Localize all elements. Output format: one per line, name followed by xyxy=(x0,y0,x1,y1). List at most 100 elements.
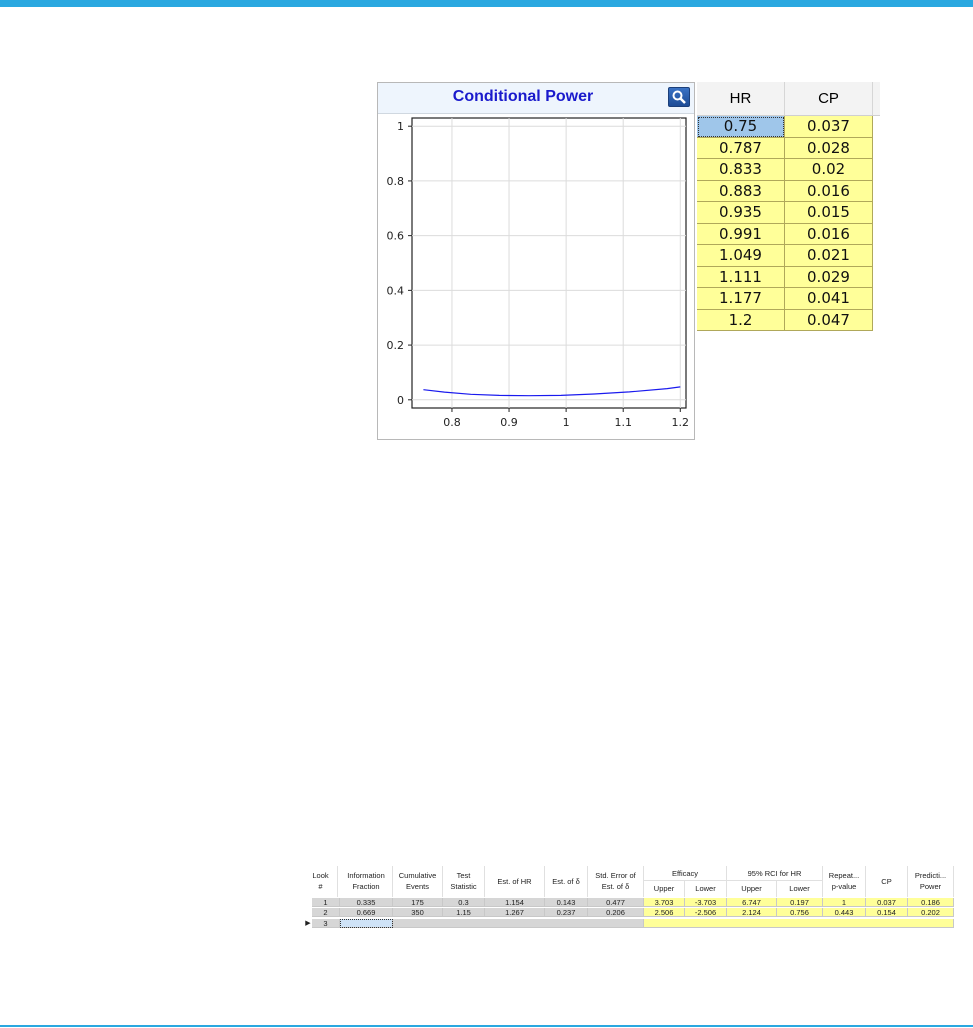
cell-cp[interactable]: 0.028 xyxy=(785,137,873,159)
new-row-look: 3 xyxy=(312,919,340,928)
cell-hr[interactable]: 1.2 xyxy=(697,309,785,331)
cell-cp[interactable]: 0.029 xyxy=(785,266,873,288)
chart-header: Conditional Power xyxy=(378,83,694,114)
cell-cp[interactable]: 0.041 xyxy=(785,288,873,310)
cell-repeated-p-value[interactable]: 0.443 xyxy=(823,908,866,917)
cell-hr[interactable]: 0.75 xyxy=(697,116,785,138)
col-test-line2: Statistic xyxy=(450,882,477,891)
y-tick-label: 0.6 xyxy=(387,230,405,243)
cell-cp[interactable]: 0.037 xyxy=(866,898,908,907)
col-pred-line1: Predicti... xyxy=(914,871,947,880)
row-pointer-icon: ▶ xyxy=(305,920,311,927)
x-tick-label: 1.1 xyxy=(614,416,632,429)
interim-looks-grid: Look # Information Fraction Cumulative Even… xyxy=(304,866,954,928)
cell-predictive-power[interactable]: 0.202 xyxy=(908,908,954,917)
cell-cp[interactable]: 0.154 xyxy=(866,908,908,917)
cell-efficacy-lower[interactable]: -3.703 xyxy=(685,898,727,907)
cell-cp[interactable]: 0.021 xyxy=(785,245,873,267)
cell-information-fraction[interactable]: 0.335 xyxy=(340,898,393,907)
cell-cp[interactable]: 0.047 xyxy=(785,309,873,331)
cell-hr[interactable]: 0.991 xyxy=(697,223,785,245)
col-repeat-line1: Repeat... xyxy=(828,871,860,880)
cell-est-delta[interactable]: 0.237 xyxy=(545,908,588,917)
new-row-fill xyxy=(393,919,644,928)
x-tick-label: 0.9 xyxy=(500,416,518,429)
cell-efficacy-upper[interactable]: 2.506 xyxy=(644,908,685,917)
cell-test-statistic[interactable]: 0.3 xyxy=(443,898,485,907)
cell-hr[interactable]: 0.833 xyxy=(697,159,785,181)
top-accent-bar xyxy=(0,0,973,7)
col-est-delta[interactable]: Est. of δ xyxy=(545,866,588,897)
cell-hr[interactable]: 1.111 xyxy=(697,266,785,288)
col-est-hr[interactable]: Est. of HR xyxy=(485,866,545,897)
cell-cp[interactable]: 0.016 xyxy=(785,180,873,202)
cell-cumulative-events[interactable]: 350 xyxy=(393,908,443,917)
cp-table-header: HR CP xyxy=(697,82,880,116)
y-axis-ticks: 0 0.2 0.4 0.6 0.8 1 xyxy=(387,120,412,407)
cell-hr[interactable]: 0.883 xyxy=(697,180,785,202)
col-efficacy-upper[interactable]: Upper xyxy=(644,881,685,897)
x-axis-ticks: 0.8 0.9 1 1.1 1.2 xyxy=(443,408,689,429)
col-info-line1: Information xyxy=(347,871,385,880)
col-test-line1: Test xyxy=(456,871,471,880)
col-look[interactable]: Look # xyxy=(304,866,338,897)
col-stderr-line2: Est. of δ xyxy=(601,882,630,891)
cell-est-hr[interactable]: 1.267 xyxy=(485,908,545,917)
col-info-line2: Fraction xyxy=(352,882,380,891)
col-cumulative-events[interactable]: Cumulative Events xyxy=(393,866,443,897)
cell-hr[interactable]: 1.177 xyxy=(697,288,785,310)
cell-rci-upper[interactable]: 2.124 xyxy=(727,908,777,917)
cell-look[interactable]: 1 xyxy=(312,898,340,907)
new-row-information-fraction-input[interactable] xyxy=(340,919,393,928)
conditional-power-chart-panel: Conditional Power 0 0.2 0.4 0.6 0.8 1 0.8 0.9 1… xyxy=(377,82,695,440)
col-test-statistic[interactable]: Test Statistic xyxy=(443,866,485,897)
x-tick-label: 1 xyxy=(563,416,570,429)
col-pred-line2: Power xyxy=(919,882,942,891)
col-cp[interactable]: CP xyxy=(866,866,908,897)
cell-test-statistic[interactable]: 1.15 xyxy=(443,908,485,917)
cell-est-hr[interactable]: 1.154 xyxy=(485,898,545,907)
col-efficacy-lower[interactable]: Lower xyxy=(685,881,727,897)
col-predictive-power[interactable]: Predicti... Power xyxy=(908,866,954,897)
col-look-line1: Look xyxy=(312,871,329,880)
col-rci-lower[interactable]: Lower xyxy=(777,881,823,897)
cell-rci-upper[interactable]: 6.747 xyxy=(727,898,777,907)
col-group-efficacy: Efficacy xyxy=(644,866,727,881)
cell-rci-lower[interactable]: 0.756 xyxy=(777,908,823,917)
col-std-error[interactable]: Std. Error of Est. of δ xyxy=(588,866,644,897)
y-tick-label: 0.2 xyxy=(387,339,405,352)
y-tick-label: 0.4 xyxy=(387,284,405,297)
cell-cp[interactable]: 0.02 xyxy=(785,159,873,181)
cell-est-delta[interactable]: 0.143 xyxy=(545,898,588,907)
cell-std-error[interactable]: 0.206 xyxy=(588,908,644,917)
cell-cumulative-events[interactable]: 175 xyxy=(393,898,443,907)
header-hr[interactable]: HR xyxy=(697,82,785,115)
col-repeated-p-value[interactable]: Repeat... p-value xyxy=(823,866,866,897)
x-tick-label: 0.8 xyxy=(443,416,461,429)
new-row-results-fill xyxy=(644,919,954,928)
col-information-fraction[interactable]: Information Fraction xyxy=(340,866,393,897)
cell-look[interactable]: 2 xyxy=(312,908,340,917)
cell-hr[interactable]: 0.935 xyxy=(697,202,785,224)
y-tick-label: 1 xyxy=(397,120,404,133)
cell-repeated-p-value[interactable]: 1 xyxy=(823,898,866,907)
cell-efficacy-lower[interactable]: -2.506 xyxy=(685,908,727,917)
cell-cp[interactable]: 0.016 xyxy=(785,223,873,245)
col-repeat-line2: p-value xyxy=(831,882,857,891)
col-group-rci: 95% RCI for HR xyxy=(727,866,823,881)
cell-cp[interactable]: 0.015 xyxy=(785,202,873,224)
cell-information-fraction[interactable]: 0.669 xyxy=(340,908,393,917)
cell-cp[interactable]: 0.037 xyxy=(785,116,873,138)
cell-hr[interactable]: 0.787 xyxy=(697,137,785,159)
line-chart: 0 0.2 0.4 0.6 0.8 1 0.8 0.9 1 1.1 1.2 xyxy=(387,117,689,429)
header-cp[interactable]: CP xyxy=(785,82,873,115)
cell-predictive-power[interactable]: 0.186 xyxy=(908,898,954,907)
chart-title: Conditional Power xyxy=(452,88,594,105)
col-look-line2: # xyxy=(318,882,323,891)
cell-rci-lower[interactable]: 0.197 xyxy=(777,898,823,907)
col-rci-upper[interactable]: Upper xyxy=(727,881,777,897)
cell-std-error[interactable]: 0.477 xyxy=(588,898,644,907)
cell-efficacy-upper[interactable]: 3.703 xyxy=(644,898,685,907)
cell-hr[interactable]: 1.049 xyxy=(697,245,785,267)
zoom-button[interactable] xyxy=(668,87,690,107)
